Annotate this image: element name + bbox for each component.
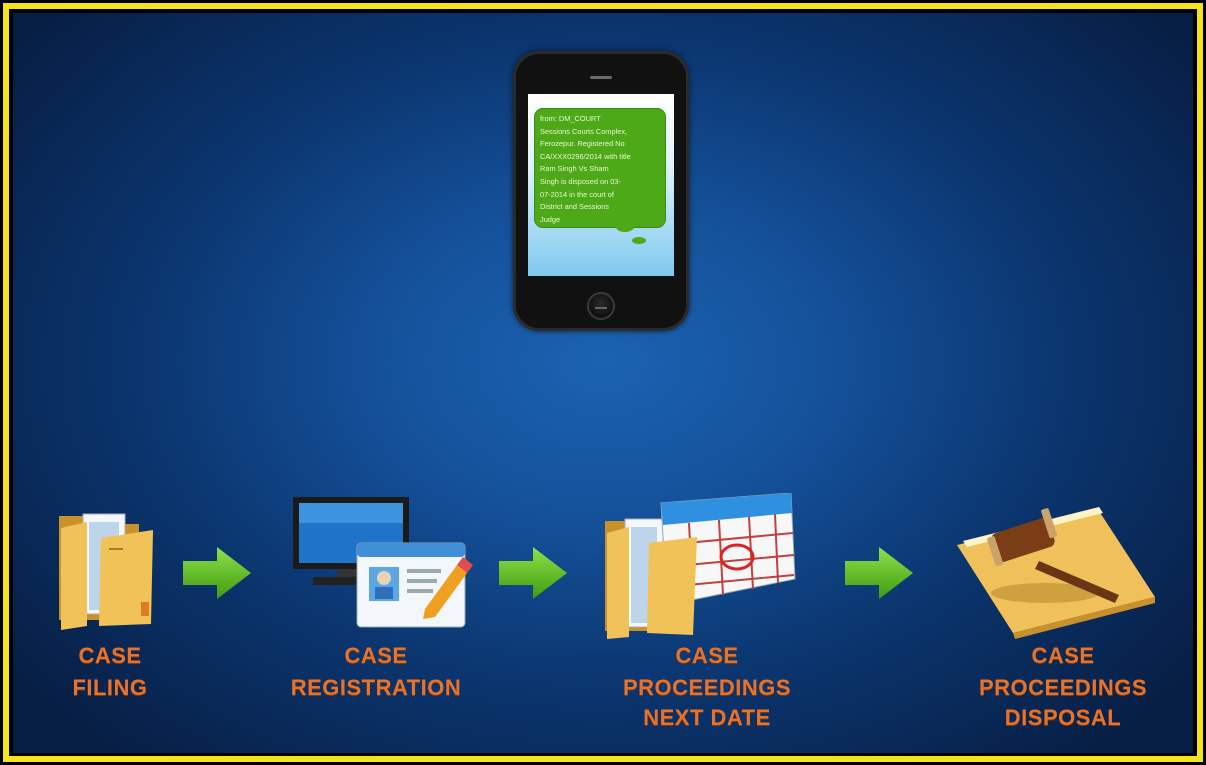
- step-filing-line2: FILING: [72, 675, 148, 700]
- folder-icon: [59, 513, 153, 630]
- step-filing-line1: CASE: [78, 643, 142, 668]
- sms-bubble: from: DM_COURT Sessions Courts Complex, …: [534, 108, 666, 228]
- outer-frame: from: DM_COURT Sessions Courts Complex, …: [0, 0, 1206, 765]
- step-disposal-line1: CASE: [1031, 643, 1095, 668]
- phone-home-button: [587, 292, 615, 320]
- gavel-icon: [957, 507, 1155, 639]
- step-disposal-label: CASE PROCEEDINGS DISPOSAL: [953, 643, 1173, 731]
- sms-bubble-tail: [616, 222, 634, 232]
- step-next-date-label: CASE PROCEEDINGS NEXT DATE: [597, 643, 817, 731]
- step-next-date-line3: NEXT DATE: [643, 705, 771, 730]
- arrow-right-icon: [845, 547, 913, 599]
- step-next-date-line1: CASE: [675, 643, 739, 668]
- sms-text: from: DM_COURT Sessions Courts Complex, …: [540, 114, 631, 224]
- diagram-canvas: from: DM_COURT Sessions Courts Complex, …: [13, 13, 1193, 753]
- step-disposal-line3: DISPOSAL: [1004, 705, 1122, 730]
- calendar-folder-icon: [605, 493, 796, 639]
- step-next-date-line2: PROCEEDINGS: [622, 675, 792, 700]
- sms-bubble-tail-small: [632, 237, 646, 244]
- step-registration-line1: CASE: [344, 643, 408, 668]
- phone-screen: from: DM_COURT Sessions Courts Complex, …: [528, 94, 674, 276]
- yellow-border: from: DM_COURT Sessions Courts Complex, …: [3, 3, 1203, 762]
- step-registration-line2: REGISTRATION: [290, 675, 462, 700]
- arrow-right-icon: [499, 547, 567, 599]
- mobile-phone-icon: from: DM_COURT Sessions Courts Complex, …: [513, 51, 689, 331]
- phone-speaker: [590, 76, 612, 79]
- step-disposal-line2: PROCEEDINGS: [978, 675, 1148, 700]
- step-filing-label: CASE FILING: [35, 643, 185, 701]
- arrow-right-icon: [183, 547, 251, 599]
- step-registration-label: CASE REGISTRATION: [261, 643, 491, 701]
- computer-registration-icon: [293, 497, 473, 628]
